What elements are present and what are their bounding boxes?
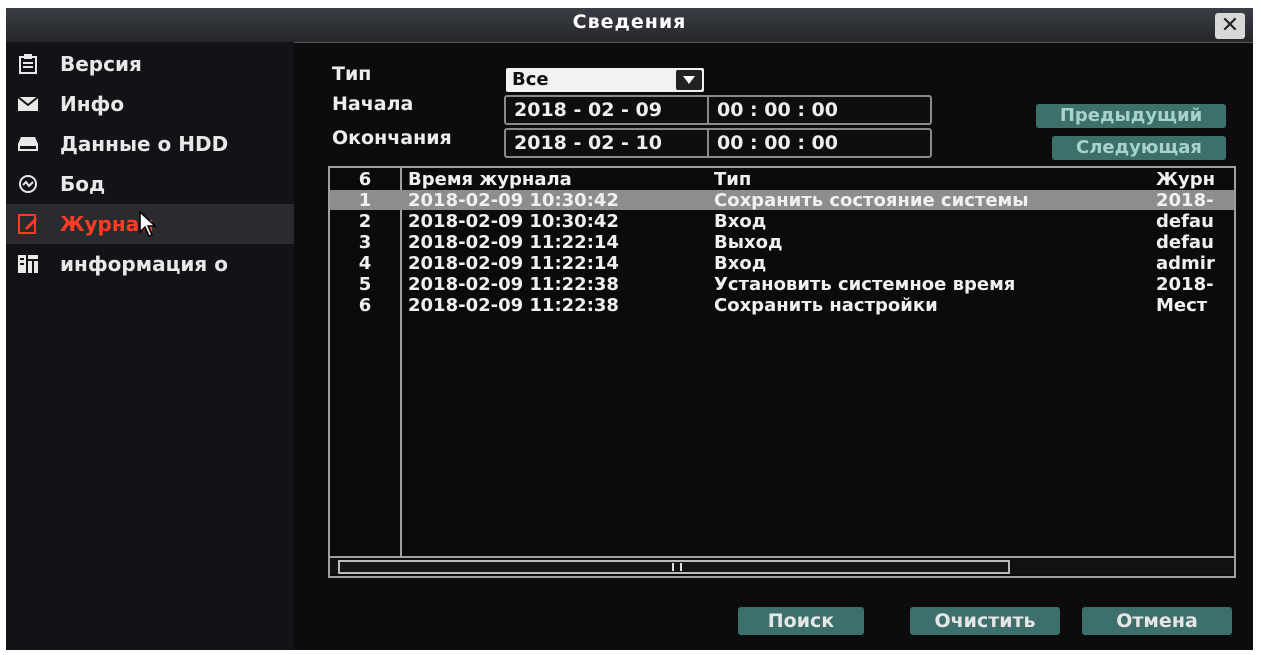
row-time: 2018-02-09 11:22:14 [408, 253, 619, 274]
row-type: Установить системное время [714, 274, 1016, 295]
next-button[interactable]: Следующая [1052, 136, 1226, 160]
row-count: 6 [358, 169, 372, 190]
sidebar: Версия Инфо Данные о HDD Бод Журнал инфо… [6, 42, 294, 650]
start-time-input[interactable]: 00 : 00 : 00 [709, 97, 917, 123]
end-datetime-field[interactable]: 2018 - 02 - 10 00 : 00 : 00 [504, 128, 932, 158]
row-detail: 2018- [1156, 190, 1214, 211]
sidebar-item-hdd[interactable]: Данные о HDD [6, 124, 294, 164]
start-label: Начала [332, 93, 414, 115]
row-type: Выход [714, 232, 783, 253]
type-select-value: Все [512, 69, 549, 90]
row-time: 2018-02-09 10:30:42 [408, 190, 619, 211]
horizontal-scrollbar[interactable] [330, 556, 1234, 574]
column-header-type[interactable]: Тип [714, 169, 751, 190]
gauge-icon [18, 174, 38, 194]
table-row[interactable]: 3 2018-02-09 11:22:14 Выход defau [330, 232, 1234, 253]
start-datetime-field[interactable]: 2018 - 02 - 09 00 : 00 : 00 [504, 95, 932, 125]
mouse-cursor-icon [139, 210, 159, 241]
chevron-down-icon[interactable] [676, 70, 702, 90]
title-bar: Сведения ✕ [6, 8, 1253, 43]
type-select[interactable]: Все [506, 68, 704, 92]
cancel-button[interactable]: Отмена [1082, 607, 1232, 635]
search-button[interactable]: Поиск [738, 607, 864, 635]
clear-button[interactable]: Очистить [910, 607, 1060, 635]
table-row[interactable]: 1 2018-02-09 10:30:42 Сохранить состояни… [330, 190, 1234, 211]
log-icon [18, 214, 38, 234]
row-number: 1 [358, 190, 372, 211]
scrollbar-thumb[interactable] [338, 560, 1010, 574]
sidebar-item-info[interactable]: Инфо [6, 84, 294, 124]
sidebar-item-version[interactable]: Версия [6, 44, 294, 84]
start-date-input[interactable]: 2018 - 02 - 09 [506, 97, 714, 123]
window-title: Сведения [572, 11, 687, 33]
table-row[interactable]: 4 2018-02-09 11:22:14 Вход admir [330, 253, 1234, 274]
sidebar-item-label: Данные о HDD [60, 132, 229, 156]
row-number: 3 [358, 232, 372, 253]
info-window: Сведения ✕ Версия Инфо Данные о HDD Бод … [6, 8, 1253, 650]
sidebar-item-about[interactable]: информация о [6, 244, 294, 284]
sidebar-item-baud[interactable]: Бод [6, 164, 294, 204]
type-label: Тип [332, 63, 372, 85]
hdd-icon [18, 134, 38, 154]
info-grid-icon [18, 254, 38, 274]
end-label: Окончания [332, 127, 452, 149]
log-table: 6 Время журнала Тип Журн 1 2018-02-09 10… [328, 166, 1236, 578]
table-header: 6 Время журнала Тип Журн [330, 169, 1234, 190]
sidebar-item-label: информация о [60, 252, 228, 276]
row-detail: defau [1156, 211, 1214, 232]
row-type: Сохранить настройки [714, 295, 938, 316]
row-detail: admir [1156, 253, 1215, 274]
row-time: 2018-02-09 10:30:42 [408, 211, 619, 232]
row-type: Вход [714, 211, 767, 232]
envelope-icon [18, 94, 38, 114]
row-time: 2018-02-09 11:22:38 [408, 295, 619, 316]
table-row[interactable]: 6 2018-02-09 11:22:38 Сохранить настройк… [330, 295, 1234, 316]
table-row[interactable]: 2 2018-02-09 10:30:42 Вход defau [330, 211, 1234, 232]
sidebar-item-label: Бод [60, 172, 106, 196]
close-button[interactable]: ✕ [1215, 13, 1245, 39]
row-number: 4 [358, 253, 372, 274]
clipboard-icon [18, 54, 38, 74]
row-time: 2018-02-09 11:22:14 [408, 232, 619, 253]
end-time-input[interactable]: 00 : 00 : 00 [709, 130, 917, 156]
close-icon: ✕ [1220, 13, 1240, 38]
row-detail: 2018- [1156, 274, 1214, 295]
scrollbar-grip-icon [672, 563, 682, 571]
sidebar-item-label: Версия [60, 52, 142, 76]
row-time: 2018-02-09 11:22:38 [408, 274, 619, 295]
sidebar-item-label: Инфо [60, 92, 125, 116]
column-header-time[interactable]: Время журнала [408, 169, 572, 190]
previous-button[interactable]: Предыдущий [1036, 104, 1226, 128]
row-detail: defau [1156, 232, 1214, 253]
end-date-input[interactable]: 2018 - 02 - 10 [506, 130, 714, 156]
row-number: 2 [358, 211, 372, 232]
column-header-detail[interactable]: Журн [1156, 169, 1215, 190]
row-type: Сохранить состояние системы [714, 190, 1029, 211]
row-number: 6 [358, 295, 372, 316]
row-type: Вход [714, 253, 767, 274]
row-detail: Мест [1156, 295, 1208, 316]
table-row[interactable]: 5 2018-02-09 11:22:38 Установить системн… [330, 274, 1234, 295]
row-number: 5 [358, 274, 372, 295]
